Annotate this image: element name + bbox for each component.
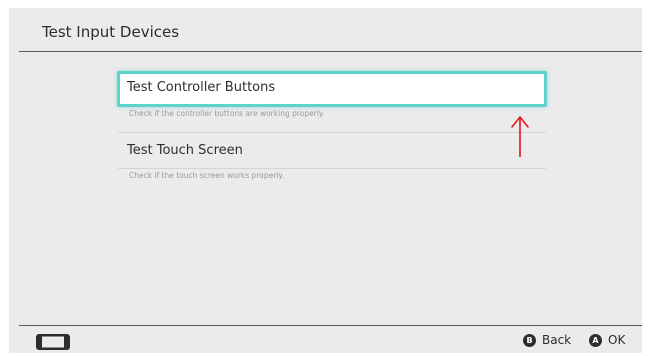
header: Test Input Devices bbox=[9, 8, 642, 52]
menu-item-description: Check if the touch screen works properly… bbox=[129, 171, 285, 180]
screen: Test Input Devices Test Controller Butto… bbox=[0, 0, 651, 356]
b-button-icon: B bbox=[523, 333, 536, 347]
page-title: Test Input Devices bbox=[42, 23, 180, 41]
up-arrow-icon bbox=[511, 116, 529, 157]
ok-label: OK bbox=[608, 333, 626, 347]
menu-item-description: Check if the controller buttons are work… bbox=[129, 109, 325, 118]
header-divider bbox=[19, 51, 642, 52]
back-label: Back bbox=[542, 333, 572, 347]
menu-item-test-controller-buttons[interactable]: Test Controller Buttons bbox=[117, 71, 547, 107]
menu-item-label: Test Controller Buttons bbox=[127, 80, 276, 95]
menu-item-test-touch-screen[interactable]: Test Touch Screen bbox=[117, 133, 547, 168]
a-button-icon: A bbox=[589, 333, 602, 347]
back-button[interactable]: B Back bbox=[523, 333, 571, 347]
menu-list: Test Controller Buttons Check if the con… bbox=[117, 71, 547, 194]
menu-item-label: Test Touch Screen bbox=[127, 143, 243, 158]
footer: B Back A OK bbox=[9, 326, 642, 353]
handheld-console-icon bbox=[36, 334, 70, 350]
ok-button[interactable]: A OK bbox=[589, 333, 625, 347]
settings-panel: Test Input Devices Test Controller Butto… bbox=[9, 8, 642, 353]
